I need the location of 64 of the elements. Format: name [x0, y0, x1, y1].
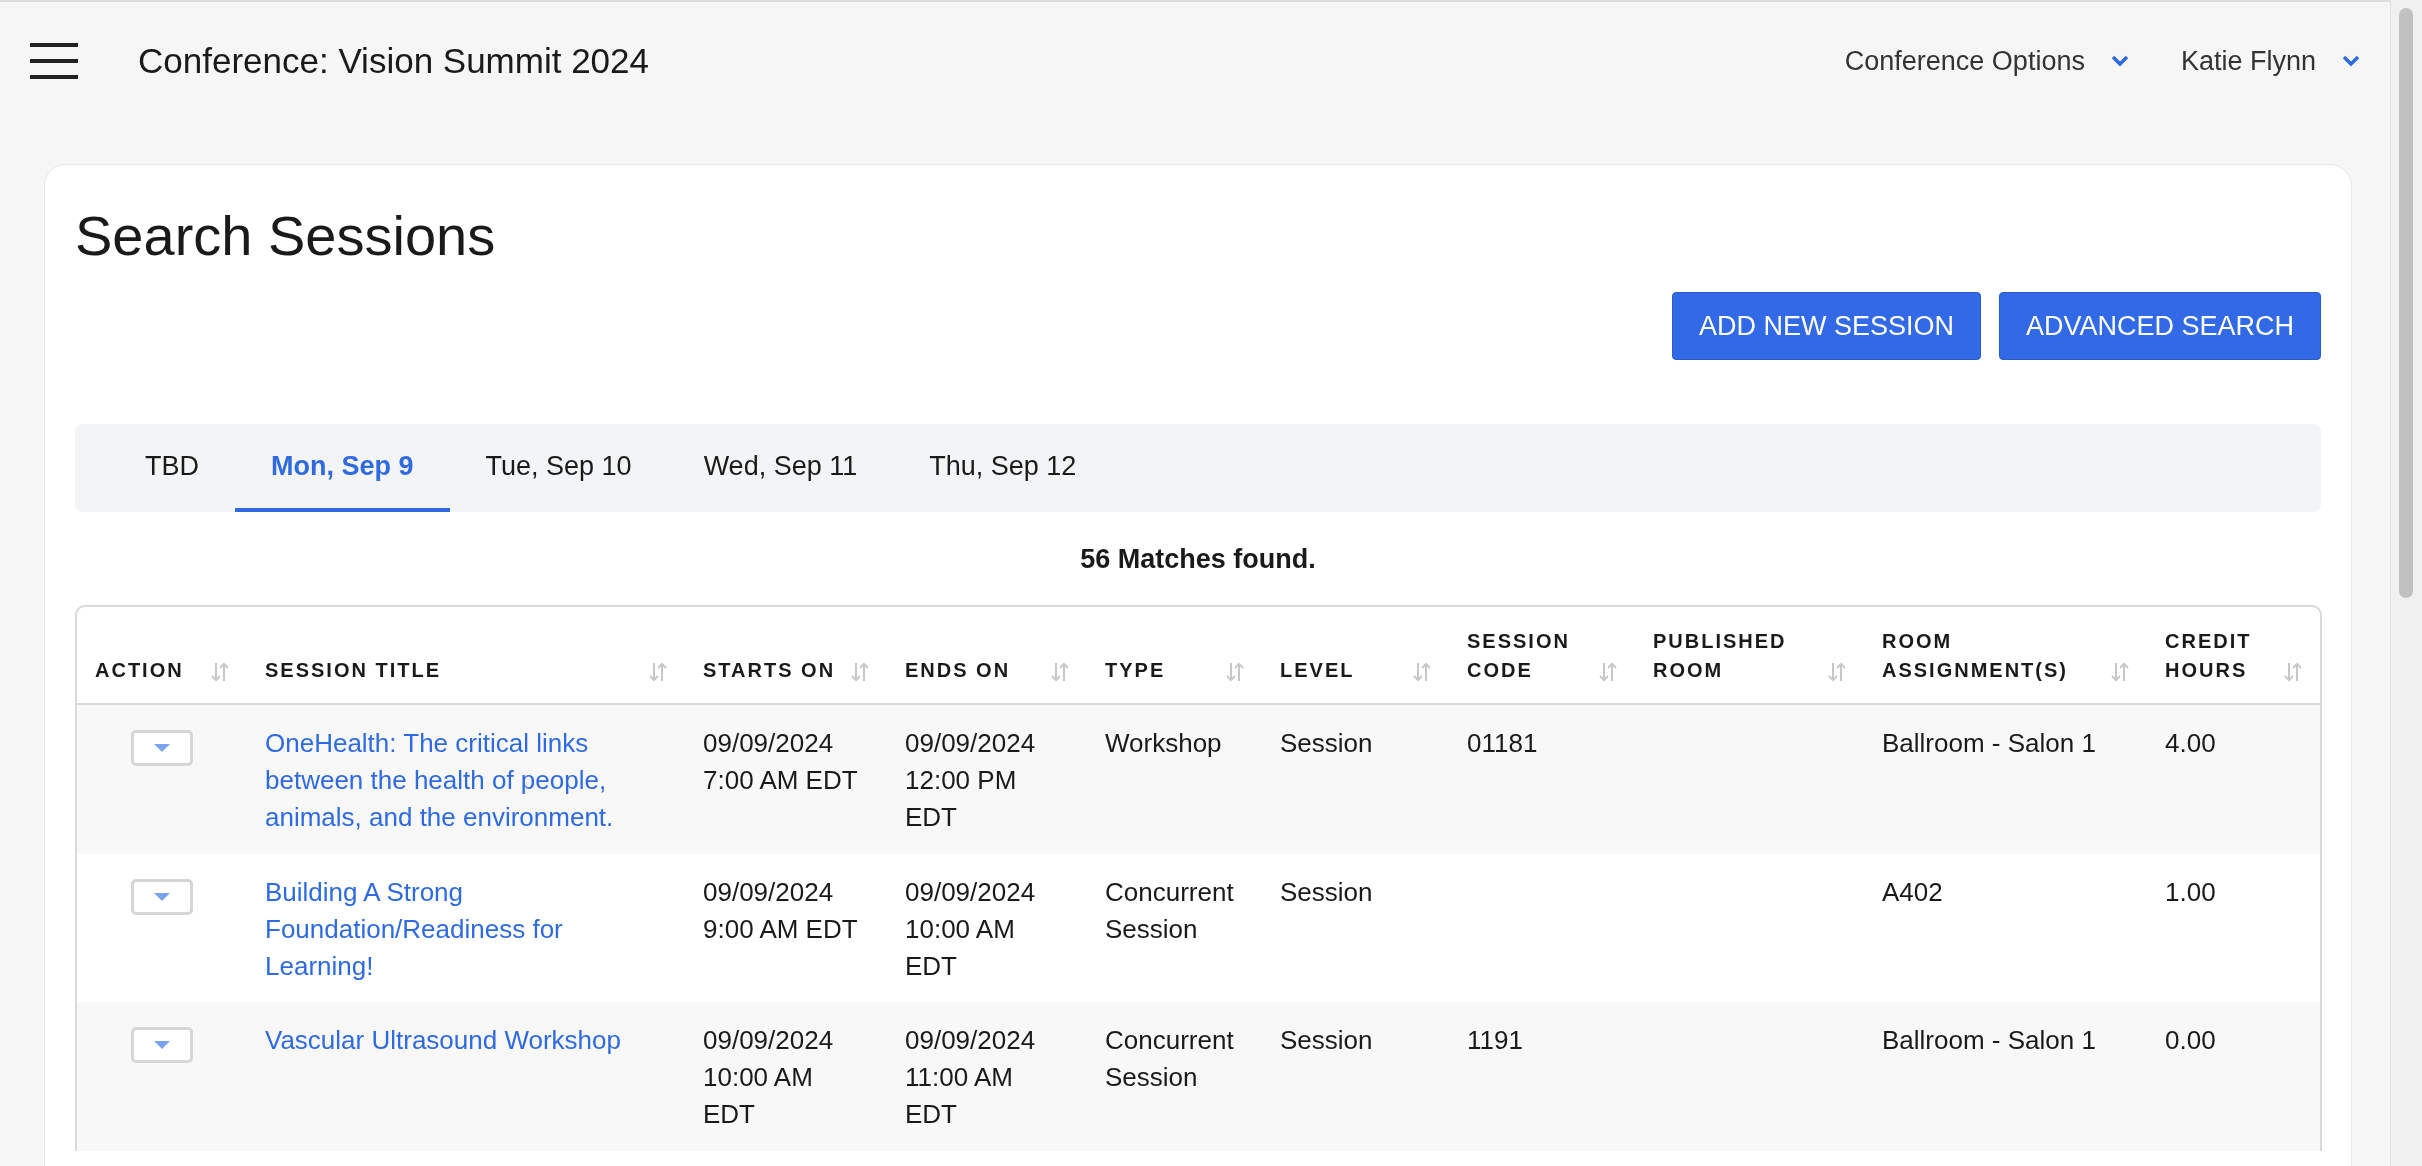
- action-button[interactable]: ADVANCED SEARCH: [1998, 292, 2321, 360]
- sort-icon[interactable]: [1051, 661, 1069, 683]
- sort-icon[interactable]: [649, 661, 667, 683]
- caret-icon: [2342, 55, 2360, 67]
- sort-icon[interactable]: [2111, 661, 2129, 683]
- sort-icon[interactable]: [1413, 661, 1431, 683]
- table-cell: Concurrent Session: [1105, 876, 1234, 944]
- date-tab[interactable]: Wed, Sep 11: [667, 424, 894, 512]
- column-header: TYPE: [1105, 658, 1166, 683]
- table-cell: 01181: [1467, 728, 1538, 758]
- table-cell: Session: [1280, 1025, 1373, 1056]
- action-dropdown[interactable]: [131, 730, 193, 766]
- column-header: ROOM ASSIGNMENT(S): [1882, 629, 2069, 683]
- column-header: CREDIT HOURS: [2165, 629, 2253, 683]
- caret-icon: [154, 744, 170, 752]
- date-tab[interactable]: Mon, Sep 9: [235, 424, 450, 512]
- date-tab[interactable]: TBD: [109, 424, 235, 512]
- caret-icon: [154, 1041, 170, 1050]
- column-header: ACTION: [95, 658, 184, 683]
- table-cell: Ballroom - Salon 1: [1882, 1025, 2096, 1056]
- action-dropdown[interactable]: [131, 878, 193, 915]
- scrollbar-thumb[interactable]: [2399, 8, 2413, 598]
- sort-icon[interactable]: [851, 661, 869, 683]
- menu-icon[interactable]: [30, 42, 78, 80]
- session-link[interactable]: Building A Strong Foundation/Readiness for Learning!: [265, 873, 667, 985]
- date-tab[interactable]: Tue, Sep 10: [449, 424, 668, 512]
- table-cell: 09/09/2024 7:00 AM EDT: [703, 728, 858, 795]
- match-count: 56 Matches found.: [1079, 544, 1317, 575]
- table-cell: 09/09/2024 12:00 PM EDT: [905, 728, 1036, 832]
- caret-icon: [2110, 55, 2129, 67]
- table-cell: 4.00: [2165, 728, 2216, 758]
- sort-icon[interactable]: [1599, 661, 1617, 683]
- table-cell: 1.00: [2165, 876, 2216, 907]
- column-header: LEVEL: [1280, 658, 1355, 683]
- table-cell: A402: [1882, 876, 1943, 907]
- caret-icon: [154, 892, 170, 901]
- action-dropdown[interactable]: [131, 1027, 193, 1064]
- column-header: PUBLISHED ROOM: [1653, 629, 1788, 683]
- column-header: ENDS ON: [905, 658, 1011, 683]
- dropdown-menu[interactable]: Conference Options: [1844, 45, 2129, 77]
- date-tab[interactable]: Thu, Sep 12: [893, 424, 1113, 512]
- table-cell: 1191: [1467, 1025, 1523, 1056]
- sort-icon[interactable]: [211, 661, 229, 683]
- sort-icon[interactable]: [2284, 661, 2302, 683]
- scrollbar[interactable]: [2390, 0, 2422, 1166]
- table-cell: Session: [1280, 876, 1373, 907]
- table-cell: Ballroom - Salon 1: [1882, 728, 2096, 758]
- table-cell: 09/09/2024 10:00 AM EDT: [703, 1025, 834, 1130]
- table-cell: Session: [1280, 728, 1373, 758]
- table-cell: Workshop: [1105, 728, 1222, 758]
- column-header: STARTS ON: [703, 658, 836, 683]
- table-cell: Concurrent Session: [1105, 1025, 1234, 1093]
- column-header: SESSION CODE: [1467, 629, 1571, 683]
- table-cell: 0.00: [2165, 1025, 2216, 1056]
- dropdown-menu[interactable]: Katie Flynn: [2180, 45, 2360, 77]
- sort-icon[interactable]: [1226, 661, 1244, 683]
- table-cell: 09/09/2024 10:00 AM EDT: [905, 876, 1036, 981]
- app-title: Conference: Vision Summit 2024: [138, 41, 651, 81]
- page-title: Search Sessions: [75, 203, 497, 268]
- table-cell: 09/09/2024 11:00 AM EDT: [905, 1025, 1036, 1130]
- column-header: SESSION TITLE: [265, 658, 442, 683]
- sort-icon[interactable]: [1828, 661, 1846, 683]
- action-button[interactable]: ADD NEW SESSION: [1671, 292, 1981, 360]
- table-cell: 09/09/2024 9:00 AM EDT: [703, 876, 858, 944]
